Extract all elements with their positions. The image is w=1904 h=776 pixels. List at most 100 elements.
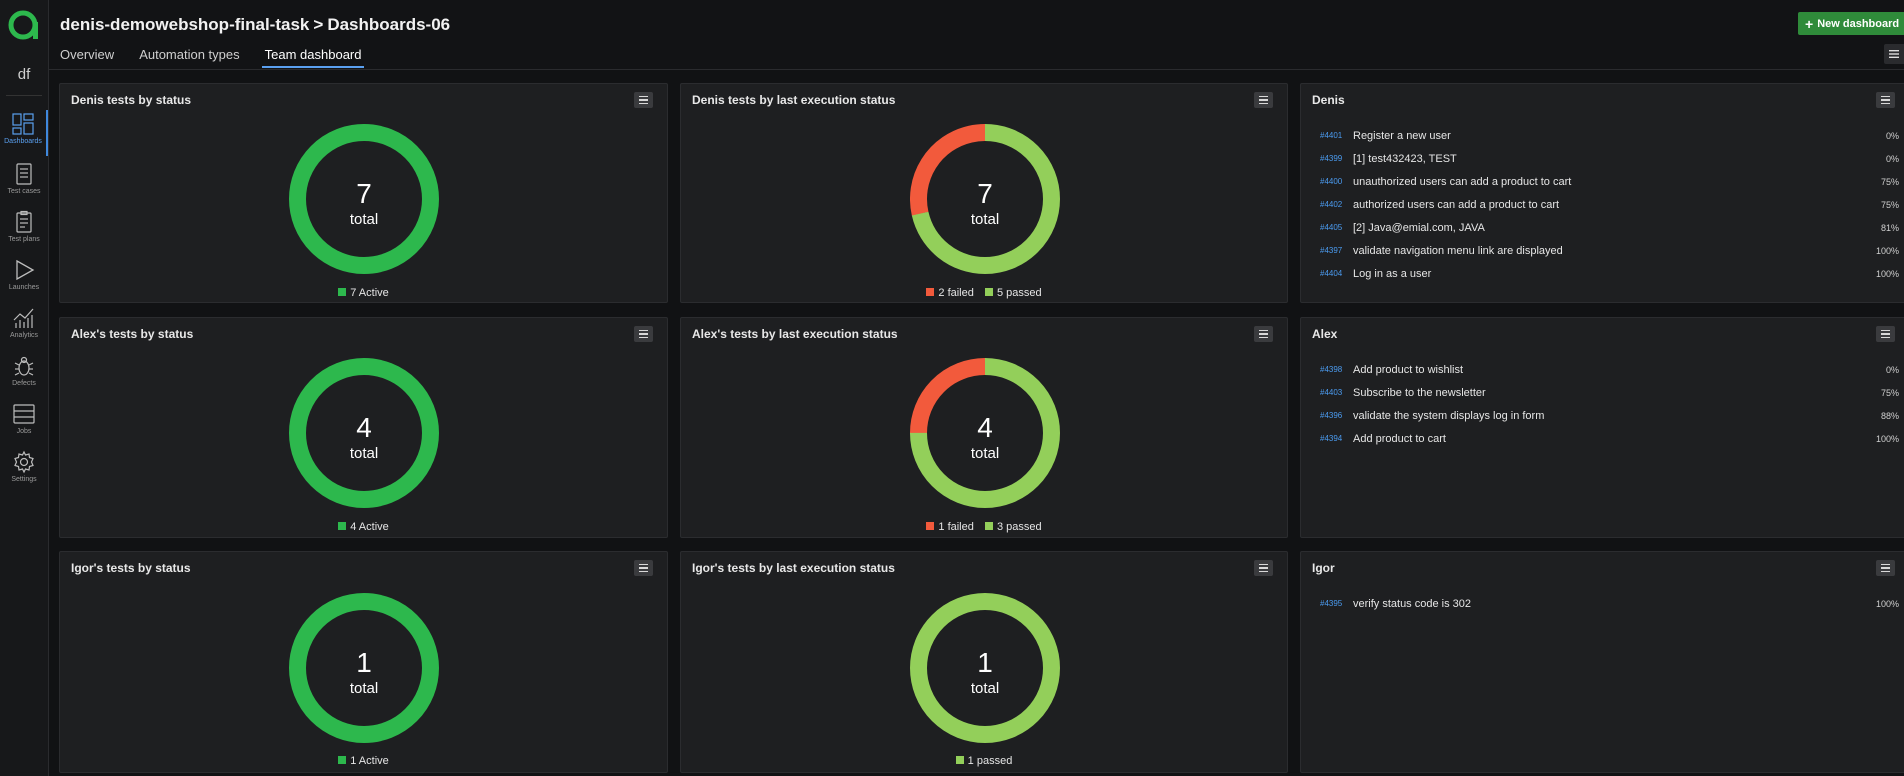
donut-total: 7 bbox=[356, 178, 372, 209]
donut-total: 4 bbox=[356, 412, 372, 443]
widget-menu-button[interactable] bbox=[1254, 326, 1273, 342]
logo-icon[interactable] bbox=[7, 8, 41, 42]
widget-menu-button[interactable] bbox=[634, 92, 653, 108]
test-case-row[interactable]: #4397 validate navigation menu link are d… bbox=[1320, 239, 1899, 262]
widget-menu-button[interactable] bbox=[1876, 326, 1895, 342]
donut-total: 7 bbox=[977, 178, 993, 209]
test-case-name[interactable]: authorized users can add a product to ca… bbox=[1353, 199, 1899, 211]
legend-item-active[interactable]: 4 Active bbox=[338, 521, 389, 533]
test-case-id-link[interactable]: #4395 bbox=[1320, 599, 1353, 608]
test-case-name[interactable]: Register a new user bbox=[1353, 130, 1899, 142]
tab-automation-types[interactable]: Automation types bbox=[139, 47, 242, 68]
app-root: df Dashboards Test cases Test plans Laun… bbox=[0, 0, 1904, 776]
project-switcher[interactable]: df bbox=[0, 66, 48, 83]
sidebar-item-dashboards[interactable]: Dashboards bbox=[0, 110, 48, 156]
test-case-percent: 0% bbox=[1885, 130, 1899, 141]
page-header: denis-demowebshop-final-task > Dashboards-… bbox=[49, 0, 1904, 70]
test-case-list: #4401 Register a new user 0% #4399 [1] test4… bbox=[1320, 124, 1899, 285]
sidebar-item-test-cases[interactable]: Test cases bbox=[0, 160, 48, 206]
dashboards-icon bbox=[12, 113, 34, 135]
widget-igor-exec: Igor's tests by last execution status 1 … bbox=[680, 551, 1288, 773]
test-case-row[interactable]: #4403 Subscribe to the newsletter 75% bbox=[1320, 381, 1899, 404]
test-case-row[interactable]: #4394 Add product to cart 100% bbox=[1320, 427, 1899, 450]
test-case-id-link[interactable]: #4394 bbox=[1320, 434, 1353, 443]
test-case-row[interactable]: #4402 authorized users can add a product … bbox=[1320, 193, 1899, 216]
test-case-name[interactable]: Add product to cart bbox=[1353, 433, 1899, 445]
test-case-row[interactable]: #4400 unauthorized users can add a produc… bbox=[1320, 170, 1899, 193]
tab-overview[interactable]: Overview bbox=[60, 47, 117, 68]
hamburger-icon bbox=[1889, 50, 1899, 58]
sidebar-item-test-plans[interactable]: Test plans bbox=[0, 208, 48, 254]
test-case-id-link[interactable]: #4405 bbox=[1320, 223, 1353, 232]
sidebar-item-defects[interactable]: Defects bbox=[0, 352, 48, 398]
test-case-name[interactable]: [1] test432423, TEST bbox=[1353, 153, 1899, 165]
launches-icon bbox=[16, 259, 35, 281]
tab-team-dashboard[interactable]: Team dashboard bbox=[261, 47, 365, 68]
test-case-row[interactable]: #4405 [2] Java@emial.com, JAVA 81% bbox=[1320, 216, 1899, 239]
test-case-id-link[interactable]: #4403 bbox=[1320, 388, 1353, 397]
sidebar-item-analytics[interactable]: Analytics bbox=[0, 304, 48, 350]
test-case-id-link[interactable]: #4399 bbox=[1320, 154, 1353, 163]
widget-menu-button[interactable] bbox=[634, 326, 653, 342]
test-case-name[interactable]: validate the system displays log in form bbox=[1353, 410, 1899, 422]
settings-icon bbox=[14, 450, 34, 474]
test-case-name[interactable]: Subscribe to the newsletter bbox=[1353, 387, 1899, 399]
test-case-row[interactable]: #4396 validate the system displays log in… bbox=[1320, 404, 1899, 427]
test-case-id-link[interactable]: #4402 bbox=[1320, 200, 1353, 209]
legend-item-passed[interactable]: 1 passed bbox=[955, 755, 1012, 767]
breadcrumb: denis-demowebshop-final-task > Dashboards-… bbox=[60, 15, 450, 35]
test-case-row[interactable]: #4404 Log in as a user 100% bbox=[1320, 262, 1899, 285]
legend-item-active[interactable]: 7 Active bbox=[338, 287, 389, 299]
test-case-id-link[interactable]: #4396 bbox=[1320, 411, 1353, 420]
test-case-id-link[interactable]: #4397 bbox=[1320, 246, 1353, 255]
plus-icon: + bbox=[1805, 15, 1814, 32]
widget-menu-button[interactable] bbox=[1254, 560, 1273, 576]
test-case-list: #4398 Add product to wishlist 0% #4403 Subsc… bbox=[1320, 358, 1899, 450]
legend-item-passed[interactable]: 5 passed bbox=[984, 287, 1042, 299]
test-case-percent: 0% bbox=[1885, 153, 1899, 164]
test-case-row[interactable]: #4401 Register a new user 0% bbox=[1320, 124, 1899, 147]
sidebar-item-label: Launches bbox=[8, 284, 40, 291]
chart-legend: 2 failed 5 passed bbox=[681, 287, 1287, 299]
legend-item-passed[interactable]: 3 passed bbox=[984, 521, 1042, 533]
sidebar-divider bbox=[6, 95, 42, 96]
test-case-name[interactable]: [2] Java@emial.com, JAVA bbox=[1353, 222, 1899, 234]
widget-menu-button[interactable] bbox=[634, 560, 653, 576]
sidebar-item-jobs[interactable]: Jobs bbox=[0, 400, 48, 446]
test-case-id-link[interactable]: #4401 bbox=[1320, 131, 1353, 140]
sidebar-item-settings[interactable]: Settings bbox=[0, 448, 48, 494]
breadcrumb-project[interactable]: denis-demowebshop-final-task bbox=[60, 15, 309, 34]
widget-menu-button[interactable] bbox=[1254, 92, 1273, 108]
test-case-percent: 75% bbox=[1880, 387, 1899, 398]
legend-label: 7 Active bbox=[350, 287, 389, 299]
widget-menu-button[interactable] bbox=[1876, 560, 1895, 576]
widget-title: Alex's tests by status bbox=[71, 327, 194, 341]
test-case-name[interactable]: Log in as a user bbox=[1353, 268, 1899, 280]
test-case-id-link[interactable]: #4398 bbox=[1320, 365, 1353, 374]
widget-alex-exec: Alex's tests by last execution status 4 … bbox=[680, 317, 1288, 538]
test-case-id-link[interactable]: #4400 bbox=[1320, 177, 1353, 186]
legend-item-failed[interactable]: 1 failed bbox=[926, 521, 974, 533]
donut-total-label: total bbox=[349, 445, 379, 462]
sidebar-item-label: Dashboards bbox=[4, 138, 42, 145]
new-dashboard-button[interactable]: + New dashboard bbox=[1798, 12, 1904, 35]
test-case-name[interactable]: verify status code is 302 bbox=[1353, 598, 1899, 610]
widget-menu-button[interactable] bbox=[1876, 92, 1895, 108]
dashboard-menu-button[interactable] bbox=[1884, 44, 1904, 64]
test-case-percent: 100% bbox=[1875, 245, 1899, 256]
new-dashboard-label: New dashboard bbox=[1817, 17, 1900, 30]
sidebar-item-label: Analytics bbox=[9, 332, 38, 339]
legend-item-active[interactable]: 1 Active bbox=[338, 755, 389, 767]
test-case-name[interactable]: unauthorized users can add a product to … bbox=[1353, 176, 1899, 188]
sidebar-item-label: Settings bbox=[11, 476, 37, 483]
test-case-name[interactable]: validate navigation menu link are displa… bbox=[1353, 245, 1899, 257]
test-case-id-link[interactable]: #4404 bbox=[1320, 269, 1353, 278]
test-case-row[interactable]: #4399 [1] test432423, TEST 0% bbox=[1320, 147, 1899, 170]
test-case-name[interactable]: Add product to wishlist bbox=[1353, 364, 1899, 376]
test-case-percent: 100% bbox=[1875, 433, 1899, 444]
test-case-row[interactable]: #4398 Add product to wishlist 0% bbox=[1320, 358, 1899, 381]
test-case-row[interactable]: #4395 verify status code is 302 100% bbox=[1320, 592, 1899, 615]
breadcrumb-dashboard: Dashboards-06 bbox=[327, 15, 451, 34]
sidebar-item-launches[interactable]: Launches bbox=[0, 256, 48, 302]
legend-item-failed[interactable]: 2 failed bbox=[926, 287, 974, 299]
